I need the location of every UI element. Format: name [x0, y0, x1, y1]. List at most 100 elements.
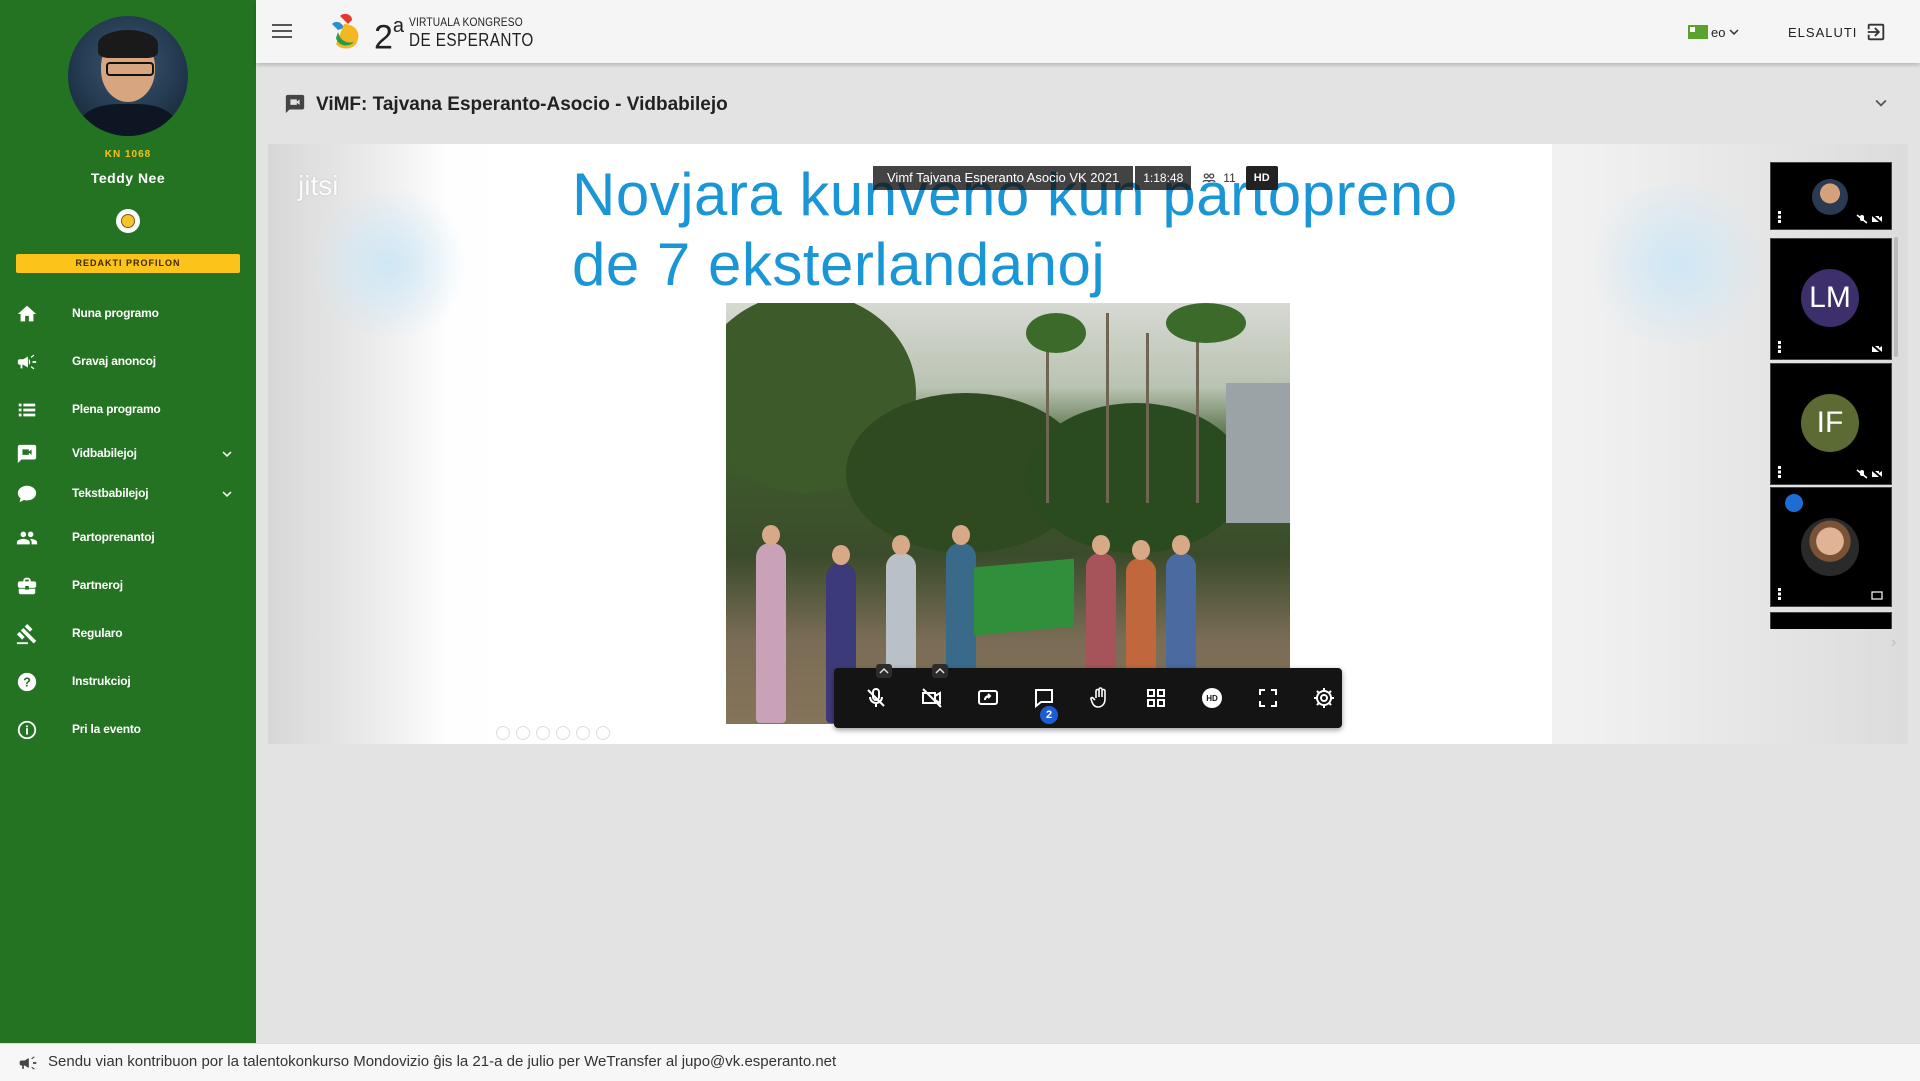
- chevron-down-icon[interactable]: [218, 485, 236, 503]
- people-icon: [16, 531, 38, 545]
- camera-off-icon: [1871, 344, 1883, 354]
- participant-thumbnail[interactable]: LM: [1770, 238, 1892, 360]
- announcement-text: Sendu vian kontribuon por la talentokonk…: [48, 1053, 837, 1070]
- edit-profile-button[interactable]: REDAKTI PROFILON: [16, 254, 240, 273]
- mic-muted-icon: [1856, 469, 1868, 479]
- camera-off-icon: [1871, 469, 1883, 479]
- chevron-down-icon[interactable]: [218, 445, 236, 463]
- gavel-icon: [16, 624, 37, 645]
- participant-initials: LM: [1801, 269, 1859, 327]
- user-avatar[interactable]: [68, 16, 188, 136]
- megaphone-icon: [19, 1056, 37, 1070]
- mic-muted-icon: [1856, 214, 1868, 224]
- filmstrip-scrollbar[interactable]: [1894, 237, 1898, 357]
- participant-thumbnail[interactable]: IF: [1770, 363, 1892, 485]
- share-screen-icon[interactable]: [976, 686, 1000, 710]
- list-icon: [18, 403, 36, 417]
- svg-text:HD: HD: [1206, 694, 1218, 703]
- svg-text:?: ?: [23, 675, 31, 690]
- sidebar-item-regularo[interactable]: Regularo: [0, 613, 256, 653]
- sidebar-item-vidbabilejoj[interactable]: Vidbabilejoj: [0, 433, 256, 473]
- camera-off-icon[interactable]: [920, 686, 944, 710]
- sidebar-item-label: Pri la evento: [72, 722, 141, 736]
- speaker-indicator-icon: [1785, 494, 1803, 512]
- room-title: ViMF: Tajvana Esperanto-Asocio - Vidbabi…: [316, 94, 728, 115]
- home-icon: [17, 305, 37, 322]
- megaphone-icon: [17, 354, 37, 370]
- sidebar-item-label: Plena programo: [72, 402, 161, 416]
- badge-icon: [116, 209, 140, 233]
- sidebar-item-plena-programo[interactable]: Plena programo: [0, 389, 256, 429]
- quality-badge: HD: [1245, 166, 1278, 190]
- participants-icon: [1202, 173, 1216, 183]
- sidebar-item-instrukcioj[interactable]: ? Instrukcioj: [0, 661, 256, 701]
- group-photo: [726, 303, 1290, 724]
- video-chat-icon: [17, 444, 37, 464]
- sidebar-item-tekstbabilejoj[interactable]: Tekstbabilejoj: [0, 473, 256, 513]
- info-icon: [17, 720, 37, 740]
- settings-icon[interactable]: [1312, 686, 1336, 710]
- participant-count-value: 11: [1223, 171, 1236, 185]
- congress-logo-icon[interactable]: [326, 10, 366, 52]
- logout-button[interactable]: ELSALUTI: [1788, 20, 1887, 44]
- video-conference-stage[interactable]: jitsi Novjara kunveno kun partopreno de …: [268, 144, 1908, 744]
- screen-share-icon: [1871, 591, 1883, 600]
- meeting-name: Vimf Tajvana Esperanto Asocio VK 2021: [873, 166, 1134, 190]
- meeting-duration: 1:18:48: [1135, 166, 1192, 190]
- sidebar: KN 1068 Teddy Nee REDAKTI PROFILON Nuna …: [0, 0, 256, 1043]
- chevron-down-icon[interactable]: [1870, 92, 1892, 114]
- camera-options-caret[interactable]: [932, 664, 948, 678]
- mic-options-caret[interactable]: [876, 664, 892, 678]
- sidebar-item-label: Partneroj: [72, 578, 123, 592]
- member-id: KN 1068: [104, 149, 152, 160]
- logout-label: ELSALUTI: [1788, 24, 1858, 40]
- sidebar-item-label: Nuna programo: [72, 306, 159, 320]
- sidebar-item-label: Vidbabilejoj: [72, 446, 137, 460]
- video-chat-icon: [285, 94, 305, 114]
- chat-unread-badge: 2: [1040, 706, 1058, 724]
- user-name: Teddy Nee: [90, 170, 166, 186]
- shared-screen-slide[interactable]: Novjara kunveno kun partopreno de 7 ekst…: [486, 144, 1552, 744]
- room-header: ViMF: Tajvana Esperanto-Asocio - Vidbabi…: [256, 70, 1920, 140]
- logo-text-line1: VIRTUALA KONGRESO: [409, 15, 523, 29]
- logout-icon: [1868, 23, 1885, 41]
- sidebar-item-label: Instrukcioj: [72, 674, 131, 688]
- sidebar-item-label: Regularo: [72, 626, 123, 640]
- participant-thumbnail[interactable]: [1770, 487, 1892, 607]
- sidebar-item-label: Partoprenantoj: [72, 530, 155, 544]
- sidebar-item-nuna-programo[interactable]: Nuna programo: [0, 293, 256, 333]
- meeting-toolbar: 2 HD: [834, 664, 1342, 728]
- jitsi-watermark: jitsi: [298, 170, 339, 201]
- participant-avatar: [1812, 179, 1848, 215]
- sidebar-item-label: Gravaj anoncoj: [72, 354, 156, 368]
- participant-thumbnail[interactable]: [1770, 612, 1892, 629]
- chevron-right-icon[interactable]: ›: [1891, 634, 1896, 652]
- logo-number: 2a: [374, 15, 405, 57]
- camera-off-icon: [1871, 214, 1883, 224]
- hd-icon[interactable]: HD: [1200, 686, 1224, 710]
- sidebar-item-partoprenantoj[interactable]: Partoprenantoj: [0, 517, 256, 557]
- chat-bubble-icon: [17, 485, 37, 503]
- raise-hand-icon[interactable]: [1088, 686, 1112, 710]
- meeting-info-bar: Vimf Tajvana Esperanto Asocio VK 2021 1:…: [873, 164, 1278, 192]
- top-bar: 2a VIRTUALA KONGRESO DE ESPERANTO eo ELS…: [256, 0, 1920, 63]
- slide-tools: [496, 726, 610, 740]
- sidebar-item-gravaj-anoncoj[interactable]: Gravaj anoncoj: [0, 341, 256, 381]
- briefcase-icon: [17, 577, 37, 595]
- sidebar-item-partneroj[interactable]: Partneroj: [0, 565, 256, 605]
- announcement-bar: Sendu vian kontribuon por la talentokonk…: [0, 1043, 1920, 1081]
- participant-initials: IF: [1801, 394, 1859, 452]
- mic-muted-icon[interactable]: [864, 686, 888, 710]
- hamburger-menu-icon[interactable]: [272, 22, 292, 40]
- esperanto-flag-icon: [1688, 25, 1708, 39]
- tile-view-icon[interactable]: [1144, 686, 1168, 710]
- sidebar-item-pri-la-evento[interactable]: Pri la evento: [0, 709, 256, 749]
- participant-count[interactable]: 11: [1201, 166, 1236, 190]
- fullscreen-icon[interactable]: [1256, 686, 1280, 710]
- logo-text-line2: DE ESPERANTO: [409, 30, 534, 50]
- chevron-down-icon: [1729, 29, 1739, 35]
- sidebar-item-label: Tekstbabilejoj: [72, 486, 149, 500]
- participant-thumbnail[interactable]: [1770, 162, 1892, 230]
- language-selector[interactable]: eo: [1688, 20, 1743, 44]
- participant-avatar: [1801, 518, 1859, 576]
